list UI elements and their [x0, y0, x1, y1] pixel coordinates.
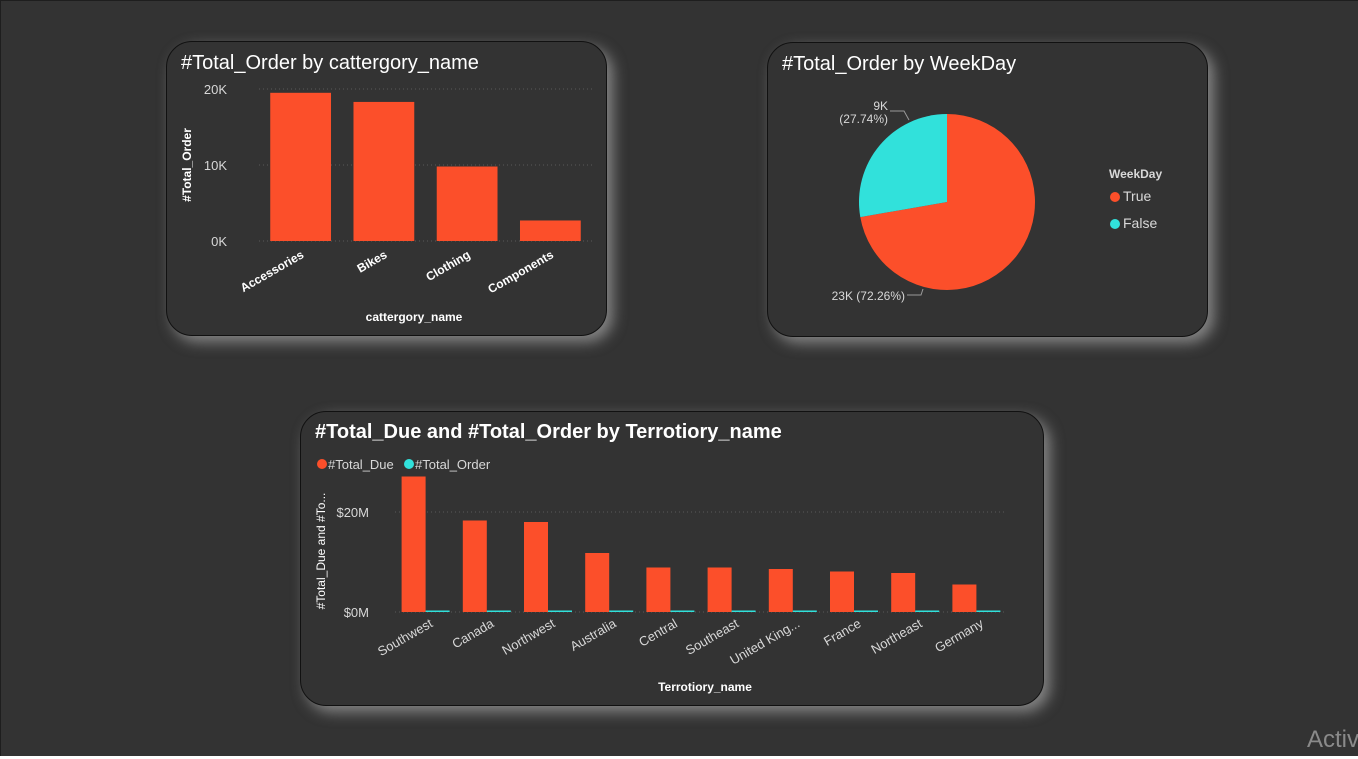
- bar-total-order: [548, 610, 572, 612]
- x-tick-label: Bikes: [355, 247, 390, 275]
- bar-components: [519, 220, 581, 241]
- bar-total-order: [670, 610, 695, 612]
- bar-total-order: [486, 610, 511, 612]
- x-tick-label: Canada: [449, 615, 497, 651]
- bar-total-due: [646, 567, 671, 612]
- x-tick-label: United King...: [727, 616, 802, 668]
- bar-total-due: [768, 569, 793, 612]
- leader-line-false: [890, 110, 910, 121]
- bar-total-due: [891, 573, 916, 612]
- pie-slice-false: [859, 114, 947, 218]
- bar-total-order: [854, 610, 878, 612]
- y-tick-label: $0M: [344, 605, 369, 620]
- legend-marker-total_due: [317, 459, 327, 469]
- bar-total-due: [830, 571, 854, 612]
- y-tick-label: 10K: [204, 158, 227, 173]
- bar-total-order: [609, 610, 634, 612]
- bar-total-order: [731, 610, 756, 612]
- leader-line-true: [907, 288, 924, 296]
- bar-total-due: [462, 520, 487, 612]
- x-axis-label: Terrotiory_name: [658, 680, 752, 694]
- y-tick-label: 0K: [211, 234, 227, 249]
- x-axis-label: cattergory_name: [366, 310, 463, 324]
- legend-label-true: True: [1123, 188, 1151, 204]
- y-tick-label: 20K: [204, 82, 227, 97]
- window-left-edge: [0, 0, 1, 759]
- bar-accessories: [270, 92, 332, 241]
- x-tick-label: Clothing: [423, 247, 472, 283]
- bar-total-due: [401, 476, 426, 612]
- data-label-false-value: 9K: [873, 99, 888, 113]
- territory-bar-chart: $0M $20M #Total_Due #Total_Order Southwest Ca…: [314, 457, 1007, 694]
- legend-label-total_due: #Total_Due: [328, 457, 394, 472]
- bar-total-due: [707, 567, 732, 612]
- territory-chart-card[interactable]: #Total_Due and #Total_Order by Terrotior…: [300, 411, 1044, 706]
- legend-marker-false: [1110, 219, 1120, 229]
- x-tick-label: Northwest: [499, 615, 558, 657]
- x-tick-label: France: [821, 616, 864, 649]
- y-axis-label: #Total_Due and #To...: [314, 493, 328, 610]
- category-chart-card[interactable]: #Total_Order by cattergory_name 0K 10K 20K…: [166, 41, 607, 336]
- bar-total-due: [524, 522, 548, 612]
- bar-clothing: [436, 166, 498, 241]
- x-tick-label: Germany: [932, 615, 986, 655]
- legend-title: WeekDay: [1109, 167, 1162, 181]
- legend-marker-total_order: [404, 459, 414, 469]
- x-tick-label: Northeast: [868, 615, 925, 656]
- x-tick-label: Central: [636, 616, 680, 650]
- bar-total-order: [792, 610, 817, 612]
- x-tick-label: Southwest: [375, 615, 435, 659]
- legend-label-total_order: #Total_Order: [415, 457, 491, 472]
- y-axis-label: #Total_Order: [180, 128, 194, 202]
- category-bar-chart: 0K 10K 20K Accessories Bikes Clothing Componen…: [180, 82, 592, 324]
- data-label-true: 23K (72.26%): [832, 289, 905, 303]
- x-tick-label: Accessories: [238, 247, 307, 295]
- bar-total-order: [425, 610, 450, 612]
- y-tick-label: $20M: [336, 505, 369, 520]
- bar-total-order: [976, 610, 1001, 612]
- bar-total-order: [915, 610, 940, 612]
- activate-watermark: Activ: [1307, 726, 1358, 753]
- bar-total-due: [585, 553, 610, 612]
- bar-bikes: [353, 101, 415, 241]
- legend-marker-true: [1110, 192, 1120, 202]
- legend-label-false: False: [1123, 215, 1157, 231]
- x-tick-label: Australia: [567, 615, 619, 654]
- window-top-edge: [0, 0, 1358, 1]
- weekday-pie-chart: 9K(27.74%) 23K (72.26%) WeekDay True False: [832, 99, 1163, 303]
- bar-total-due: [952, 584, 977, 612]
- data-label-false-percent: (27.74%): [839, 112, 888, 126]
- weekday-chart-card[interactable]: #Total_Order by WeekDay 9K (27.74%) 23K (7…: [767, 42, 1208, 337]
- x-tick-label: Components: [485, 247, 556, 296]
